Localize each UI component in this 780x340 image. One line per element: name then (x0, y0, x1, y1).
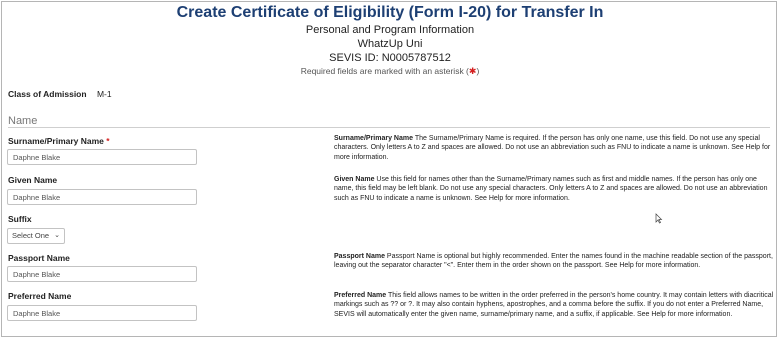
passport-name-input[interactable] (7, 266, 197, 282)
passport-name-label: Passport Name (8, 253, 70, 263)
suffix-select[interactable]: Select One ⌄ (7, 228, 65, 244)
given-name-help-text: Use this field for names other than the … (334, 176, 768, 202)
surname-label-text: Surname/Primary Name (8, 136, 104, 146)
given-name-help: Given Name Use this field for names othe… (334, 175, 774, 203)
passport-name-help: Passport Name Passport Name is optional … (334, 252, 774, 271)
name-section-title: Name (8, 115, 38, 127)
class-of-admission-label: Class of Admission (8, 89, 87, 99)
given-name-label: Given Name (8, 175, 58, 185)
class-of-admission-value: M-1 (96, 89, 112, 99)
chevron-down-icon: ⌄ (54, 232, 60, 239)
suffix-selected-value: Select One (12, 231, 50, 240)
required-marker: * (106, 136, 110, 146)
suffix-label: Suffix (8, 214, 32, 224)
mouse-pointer-icon (655, 213, 663, 224)
passport-name-help-text: Passport Name is optional but highly rec… (334, 253, 773, 270)
surname-help-title: Surname/Primary Name (334, 135, 413, 142)
section-divider (8, 127, 770, 128)
preferred-name-label: Preferred Name (8, 291, 72, 301)
required-fields-note: Required fields are marked with an aster… (0, 65, 780, 78)
required-note-text: Required fields are marked with an aster… (300, 66, 469, 76)
page-header: Create Certificate of Eligibility (Form … (0, 3, 780, 78)
given-name-help-title: Given Name (334, 176, 375, 183)
passport-name-help-title: Passport Name (334, 253, 385, 260)
sevis-id: SEVIS ID: N0005787512 (329, 52, 451, 64)
surname-label: Surname/Primary Name * (8, 136, 110, 146)
preferred-name-help: Preferred Name This field allows names t… (334, 291, 774, 319)
page-subtitle: Personal and Program Information (305, 24, 475, 36)
required-note-close: ) (476, 66, 480, 76)
class-of-admission: Class of Admission M-1 (8, 89, 112, 99)
given-name-input[interactable] (7, 189, 197, 205)
preferred-name-input[interactable] (7, 305, 197, 321)
preferred-name-help-text: This field allows names to be written in… (334, 292, 774, 318)
school-name: WhatzUp Uni (357, 38, 423, 50)
surname-help: Surname/Primary Name The Surname/Primary… (334, 134, 774, 162)
page-title: Create Certificate of Eligibility (Form … (176, 4, 604, 21)
preferred-name-help-title: Preferred Name (334, 292, 387, 299)
surname-input[interactable] (7, 149, 197, 165)
